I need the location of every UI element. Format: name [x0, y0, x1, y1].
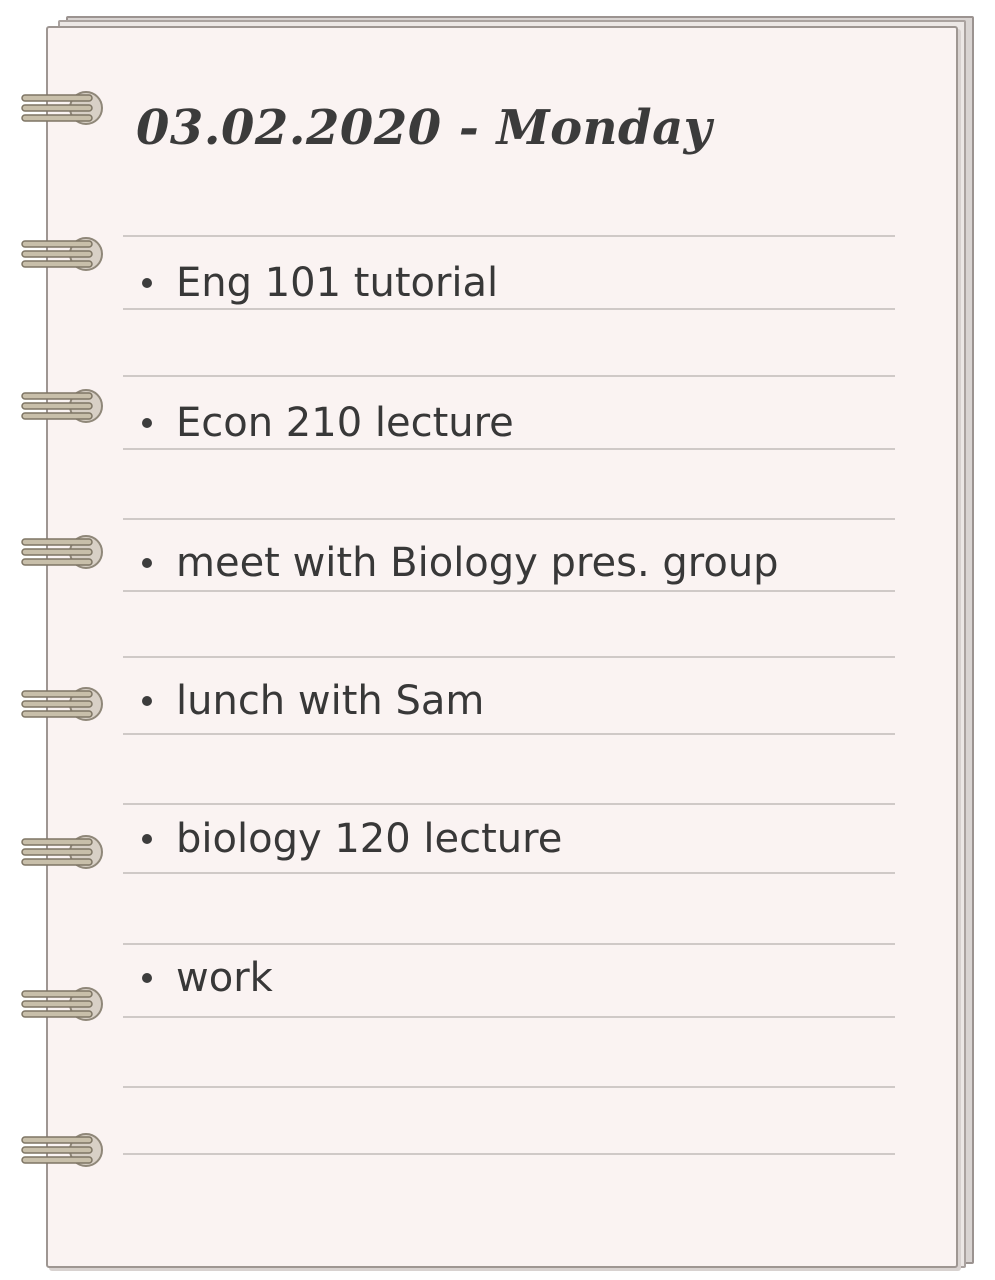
notebook-scene: 03.02.2020 - Monday Eng 101 tutorial Eco… [0, 0, 995, 1280]
ruled-line [123, 448, 895, 450]
list-item: Eng 101 tutorial [142, 260, 498, 306]
list-item: meet with Biology pres. group [142, 540, 779, 586]
ruled-line [123, 872, 895, 874]
ruled-line [123, 1153, 895, 1155]
spiral-ring-icon [21, 91, 103, 125]
spiral-ring-icon [21, 835, 103, 869]
spiral-ring-icon [21, 389, 103, 423]
list-item: lunch with Sam [142, 678, 484, 724]
ruled-line [123, 1016, 895, 1018]
ruled-line [123, 1086, 895, 1088]
list-item: work [142, 955, 273, 1001]
ruled-line [123, 308, 895, 310]
spiral-ring-icon [21, 535, 103, 569]
page-title: 03.02.2020 - Monday [136, 100, 713, 156]
ruled-line [123, 590, 895, 592]
list-item: Econ 210 lecture [142, 400, 514, 446]
spiral-ring-icon [21, 1133, 103, 1167]
notebook-page [46, 26, 958, 1268]
list-item-text: biology 120 lecture [176, 816, 563, 862]
bullet-icon [142, 834, 152, 844]
list-item-text: Econ 210 lecture [176, 400, 514, 446]
ruled-line [123, 803, 895, 805]
bullet-icon [142, 696, 152, 706]
bullet-icon [142, 418, 152, 428]
list-item: biology 120 lecture [142, 816, 562, 862]
list-item-text: Eng 101 tutorial [176, 260, 499, 306]
spiral-ring-icon [21, 987, 103, 1021]
list-item-text: meet with Biology pres. group [176, 540, 779, 586]
spiral-ring-icon [21, 687, 103, 721]
ruled-line [123, 375, 895, 377]
list-item-text: lunch with Sam [176, 678, 485, 724]
bullet-icon [142, 278, 152, 288]
bullet-icon [142, 558, 152, 568]
ruled-line [123, 733, 895, 735]
spiral-ring-icon [21, 237, 103, 271]
ruled-line [123, 518, 895, 520]
ruled-line [123, 235, 895, 237]
bullet-icon [142, 973, 152, 983]
ruled-line [123, 656, 895, 658]
list-item-text: work [176, 955, 273, 1001]
ruled-line [123, 943, 895, 945]
